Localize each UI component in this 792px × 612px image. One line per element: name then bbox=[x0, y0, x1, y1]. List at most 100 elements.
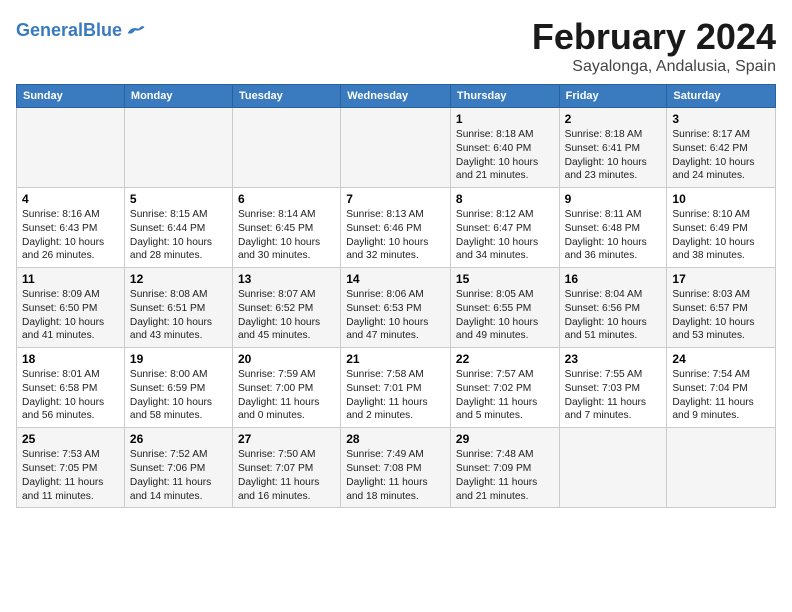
calendar-cell: 17 Sunrise: 8:03 AMSunset: 6:57 PMDayligh… bbox=[667, 268, 776, 348]
day-details: Sunrise: 7:59 AMSunset: 7:00 PMDaylight:… bbox=[238, 368, 335, 423]
day-details: Sunrise: 8:14 AMSunset: 6:45 PMDaylight:… bbox=[238, 208, 335, 263]
header-sunday: Sunday bbox=[17, 85, 125, 108]
calendar-header-row: SundayMondayTuesdayWednesdayThursdayFrid… bbox=[17, 85, 776, 108]
calendar-week-3: 11 Sunrise: 8:09 AMSunset: 6:50 PMDayligh… bbox=[17, 268, 776, 348]
calendar-cell: 27 Sunrise: 7:50 AMSunset: 7:07 PMDayligh… bbox=[232, 428, 340, 508]
day-details: Sunrise: 8:11 AMSunset: 6:48 PMDaylight:… bbox=[565, 208, 662, 263]
day-details: Sunrise: 8:08 AMSunset: 6:51 PMDaylight:… bbox=[130, 288, 227, 343]
day-number: 13 bbox=[238, 272, 335, 286]
day-details: Sunrise: 8:18 AMSunset: 6:41 PMDaylight:… bbox=[565, 128, 662, 183]
day-details: Sunrise: 8:03 AMSunset: 6:57 PMDaylight:… bbox=[672, 288, 770, 343]
calendar-cell: 25 Sunrise: 7:53 AMSunset: 7:05 PMDayligh… bbox=[17, 428, 125, 508]
calendar-cell: 13 Sunrise: 8:07 AMSunset: 6:52 PMDayligh… bbox=[232, 268, 340, 348]
day-number: 29 bbox=[456, 432, 554, 446]
header-monday: Monday bbox=[124, 85, 232, 108]
calendar-week-4: 18 Sunrise: 8:01 AMSunset: 6:58 PMDayligh… bbox=[17, 348, 776, 428]
calendar-cell bbox=[17, 108, 125, 188]
day-number: 18 bbox=[22, 352, 119, 366]
day-number: 2 bbox=[565, 112, 662, 126]
calendar-cell: 2 Sunrise: 8:18 AMSunset: 6:41 PMDaylight… bbox=[559, 108, 667, 188]
day-details: Sunrise: 7:55 AMSunset: 7:03 PMDaylight:… bbox=[565, 368, 662, 423]
day-number: 26 bbox=[130, 432, 227, 446]
calendar-cell: 23Sunrise: 7:55 AMSunset: 7:03 PMDayligh… bbox=[559, 348, 667, 428]
day-number: 11 bbox=[22, 272, 119, 286]
day-details: Sunrise: 7:50 AMSunset: 7:07 PMDaylight:… bbox=[238, 448, 335, 503]
day-details: Sunrise: 7:48 AMSunset: 7:09 PMDaylight:… bbox=[456, 448, 554, 503]
calendar-cell: 6 Sunrise: 8:14 AMSunset: 6:45 PMDaylight… bbox=[232, 188, 340, 268]
header-wednesday: Wednesday bbox=[341, 85, 451, 108]
calendar-week-1: 1 Sunrise: 8:18 AMSunset: 6:40 PMDaylight… bbox=[17, 108, 776, 188]
day-details: Sunrise: 7:49 AMSunset: 7:08 PMDaylight:… bbox=[346, 448, 445, 503]
day-details: Sunrise: 7:52 AMSunset: 7:06 PMDaylight:… bbox=[130, 448, 227, 503]
calendar-cell bbox=[559, 428, 667, 508]
day-number: 4 bbox=[22, 192, 119, 206]
day-number: 1 bbox=[456, 112, 554, 126]
day-number: 5 bbox=[130, 192, 227, 206]
header-friday: Friday bbox=[559, 85, 667, 108]
day-number: 9 bbox=[565, 192, 662, 206]
calendar-cell bbox=[667, 428, 776, 508]
calendar-week-2: 4 Sunrise: 8:16 AMSunset: 6:43 PMDaylight… bbox=[17, 188, 776, 268]
calendar-cell: 7Sunrise: 8:13 AMSunset: 6:46 PMDaylight… bbox=[341, 188, 451, 268]
day-details: Sunrise: 8:06 AMSunset: 6:53 PMDaylight:… bbox=[346, 288, 445, 343]
day-details: Sunrise: 8:01 AMSunset: 6:58 PMDaylight:… bbox=[22, 368, 119, 423]
day-details: Sunrise: 7:57 AMSunset: 7:02 PMDaylight:… bbox=[456, 368, 554, 423]
calendar-cell: 18 Sunrise: 8:01 AMSunset: 6:58 PMDayligh… bbox=[17, 348, 125, 428]
day-details: Sunrise: 8:10 AMSunset: 6:49 PMDaylight:… bbox=[672, 208, 770, 263]
logo-text-blue: Blue bbox=[83, 20, 122, 40]
day-details: Sunrise: 7:53 AMSunset: 7:05 PMDaylight:… bbox=[22, 448, 119, 503]
day-number: 17 bbox=[672, 272, 770, 286]
calendar-cell: 20 Sunrise: 7:59 AMSunset: 7:00 PMDayligh… bbox=[232, 348, 340, 428]
calendar-cell: 1 Sunrise: 8:18 AMSunset: 6:40 PMDaylight… bbox=[450, 108, 559, 188]
day-details: Sunrise: 8:18 AMSunset: 6:40 PMDaylight:… bbox=[456, 128, 554, 183]
day-details: Sunrise: 8:12 AMSunset: 6:47 PMDaylight:… bbox=[456, 208, 554, 263]
day-number: 24 bbox=[672, 352, 770, 366]
logo-text: GeneralBlue bbox=[16, 21, 122, 41]
calendar-cell: 28Sunrise: 7:49 AMSunset: 7:08 PMDayligh… bbox=[341, 428, 451, 508]
logo: GeneralBlue bbox=[16, 20, 146, 42]
calendar-cell: 19 Sunrise: 8:00 AMSunset: 6:59 PMDayligh… bbox=[124, 348, 232, 428]
calendar-cell: 5 Sunrise: 8:15 AMSunset: 6:44 PMDaylight… bbox=[124, 188, 232, 268]
day-details: Sunrise: 7:54 AMSunset: 7:04 PMDaylight:… bbox=[672, 368, 770, 423]
day-details: Sunrise: 8:17 AMSunset: 6:42 PMDaylight:… bbox=[672, 128, 770, 183]
location-title: Sayalonga, Andalusia, Spain bbox=[532, 58, 776, 76]
day-details: Sunrise: 8:16 AMSunset: 6:43 PMDaylight:… bbox=[22, 208, 119, 263]
day-details: Sunrise: 8:09 AMSunset: 6:50 PMDaylight:… bbox=[22, 288, 119, 343]
day-number: 27 bbox=[238, 432, 335, 446]
header-saturday: Saturday bbox=[667, 85, 776, 108]
calendar-cell: 26 Sunrise: 7:52 AMSunset: 7:06 PMDayligh… bbox=[124, 428, 232, 508]
calendar-cell bbox=[232, 108, 340, 188]
day-number: 8 bbox=[456, 192, 554, 206]
calendar-cell: 11 Sunrise: 8:09 AMSunset: 6:50 PMDayligh… bbox=[17, 268, 125, 348]
day-details: Sunrise: 8:00 AMSunset: 6:59 PMDaylight:… bbox=[130, 368, 227, 423]
day-details: Sunrise: 8:05 AMSunset: 6:55 PMDaylight:… bbox=[456, 288, 554, 343]
calendar-cell: 4 Sunrise: 8:16 AMSunset: 6:43 PMDaylight… bbox=[17, 188, 125, 268]
calendar-cell: 8 Sunrise: 8:12 AMSunset: 6:47 PMDaylight… bbox=[450, 188, 559, 268]
day-number: 6 bbox=[238, 192, 335, 206]
day-number: 22 bbox=[456, 352, 554, 366]
day-details: Sunrise: 8:04 AMSunset: 6:56 PMDaylight:… bbox=[565, 288, 662, 343]
day-number: 3 bbox=[672, 112, 770, 126]
day-number: 14 bbox=[346, 272, 445, 286]
day-number: 25 bbox=[22, 432, 119, 446]
day-number: 21 bbox=[346, 352, 445, 366]
calendar-table: SundayMondayTuesdayWednesdayThursdayFrid… bbox=[16, 84, 776, 508]
calendar-cell: 12Sunrise: 8:08 AMSunset: 6:51 PMDayligh… bbox=[124, 268, 232, 348]
calendar-cell: 14 Sunrise: 8:06 AMSunset: 6:53 PMDayligh… bbox=[341, 268, 451, 348]
calendar-cell: 24 Sunrise: 7:54 AMSunset: 7:04 PMDayligh… bbox=[667, 348, 776, 428]
day-number: 7 bbox=[346, 192, 445, 206]
day-number: 15 bbox=[456, 272, 554, 286]
day-number: 10 bbox=[672, 192, 770, 206]
calendar-cell bbox=[341, 108, 451, 188]
calendar-cell bbox=[124, 108, 232, 188]
day-number: 20 bbox=[238, 352, 335, 366]
header-thursday: Thursday bbox=[450, 85, 559, 108]
day-number: 16 bbox=[565, 272, 662, 286]
day-details: Sunrise: 8:07 AMSunset: 6:52 PMDaylight:… bbox=[238, 288, 335, 343]
calendar-cell: 29 Sunrise: 7:48 AMSunset: 7:09 PMDayligh… bbox=[450, 428, 559, 508]
day-details: Sunrise: 7:58 AMSunset: 7:01 PMDaylight:… bbox=[346, 368, 445, 423]
month-title: February 2024 bbox=[532, 16, 776, 58]
day-details: Sunrise: 8:15 AMSunset: 6:44 PMDaylight:… bbox=[130, 208, 227, 263]
day-number: 19 bbox=[130, 352, 227, 366]
calendar-cell: 9 Sunrise: 8:11 AMSunset: 6:48 PMDaylight… bbox=[559, 188, 667, 268]
